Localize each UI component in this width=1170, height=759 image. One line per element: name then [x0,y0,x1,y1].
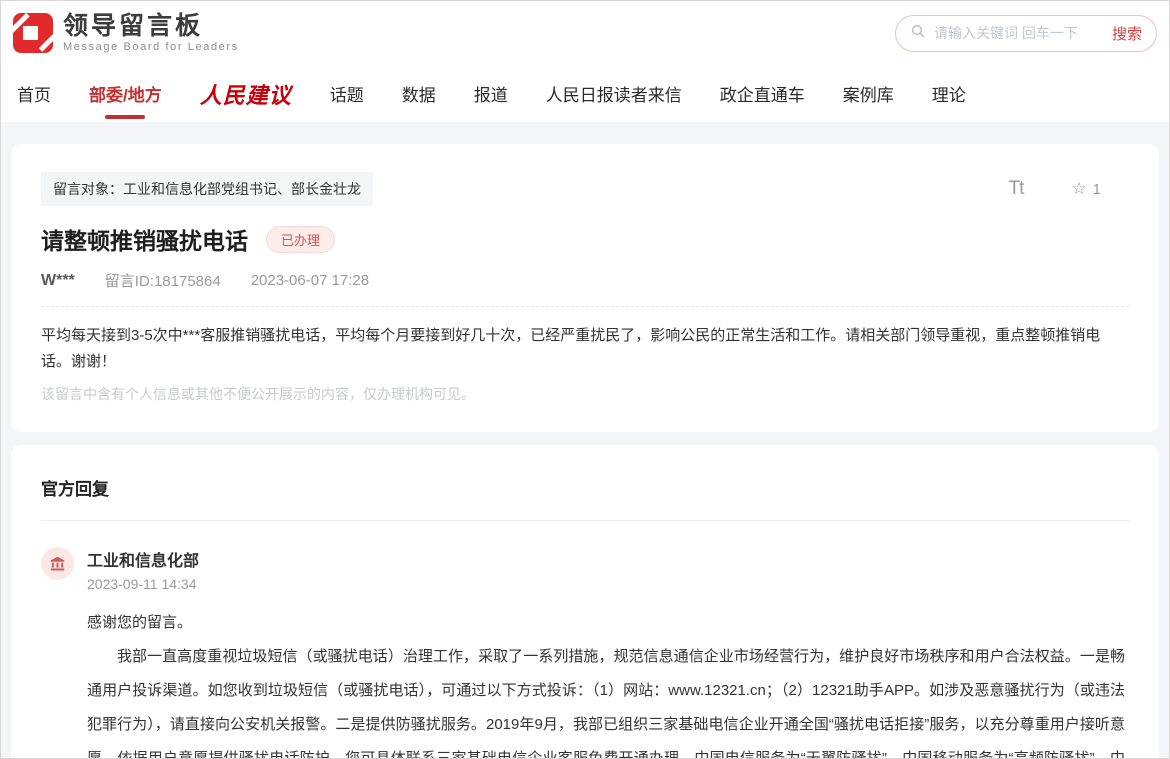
search-icon [910,23,926,44]
reply-divider [41,520,1129,521]
message-body: 平均每天接到3-5次中***客服推销骚扰电话，平均每个月要接到好几十次，已经严重… [41,327,1101,370]
message-card: 留言对象：工业和信息化部党组书记、部长金壮龙 Tt ☆ 1 请整顿推销骚扰电话 … [11,144,1159,432]
message-datetime: 2023-06-07 17:28 [250,272,370,289]
main-content: 留言对象：工业和信息化部党组书记、部长金壮龙 Tt ☆ 1 请整顿推销骚扰电话 … [1,122,1169,758]
site-header: 领导留言板 Message Board for Leaders 搜索 [1,1,1169,65]
message-card-toolbar: 留言对象：工业和信息化部党组书记、部长金壮龙 Tt ☆ 1 [41,172,1129,206]
nav-item-home[interactable]: 首页 [17,81,51,106]
message-title: 请整顿推销骚扰电话 [41,228,248,254]
logo-title: 领导留言板 [63,11,204,40]
reply-paragraph: 我部一直高度重视垃圾短信（或骚扰电话）治理工作，采取了一系列措施，规范信息通信企… [87,648,1125,758]
nav-item-ministries-regions[interactable]: 部委/地方 [89,81,162,106]
reply-section-title: 官方回复 [41,480,109,499]
nav-item-reports[interactable]: 报道 [474,81,508,106]
government-building-icon [50,556,65,571]
logo-subtitle: Message Board for Leaders [63,41,239,54]
reply-org-info: 工业和信息化部 2023-09-11 14:34 [87,547,199,592]
nav-item-data[interactable]: 数据 [402,81,436,106]
favorite-button[interactable]: ☆ 1 [1071,179,1101,199]
favorite-count: 1 [1092,180,1101,198]
message-title-row: 请整顿推销骚扰电话 已办理 [41,222,1129,256]
main-nav: 首页 部委/地方 人民建议 话题 数据 报道 人民日报读者来信 政企直通车 案例… [1,65,1169,122]
message-tools: Tt ☆ 1 [1009,178,1101,200]
message-target-tag: 留言对象：工业和信息化部党组书记、部长金壮龙 [41,172,373,206]
nav-item-theory[interactable]: 理论 [932,81,966,106]
search-input[interactable] [934,25,1112,41]
org-avatar [41,547,74,580]
nav-item-gov-enterprise-line[interactable]: 政企直通车 [720,81,805,106]
search-button[interactable]: 搜索 [1112,23,1142,44]
font-size-icon[interactable]: Tt [1009,178,1025,200]
nav-item-case-library[interactable]: 案例库 [843,81,894,106]
reply-paragraph: 感谢您的留言。 [87,614,193,631]
privacy-note: 该留言中含有个人信息或其他不便公开展示的内容，仅办理机构可见。 [41,386,475,402]
org-name: 工业和信息化部 [87,553,200,570]
reply-org-row: 工业和信息化部 2023-09-11 14:34 [41,547,1129,592]
logo-icon [6,12,60,53]
site-logo[interactable]: 领导留言板 Message Board for Leaders [6,11,239,54]
reply-card: 官方回复 工业和信息化部 2023-09-11 14:34 感谢您的留言。 我部… [11,445,1159,758]
nav-item-readers-letters[interactable]: 人民日报读者来信 [546,81,682,106]
star-icon: ☆ [1071,179,1087,198]
logo-text: 领导留言板 Message Board for Leaders [63,11,239,54]
author-name: W*** [41,271,75,289]
page: 领导留言板 Message Board for Leaders 搜索 首页 部委… [0,0,1170,759]
message-id: 留言ID:18175864 [104,273,221,290]
search-box: 搜索 [895,14,1157,52]
nav-item-peoples-suggestions[interactable]: 人民建议 [200,78,292,110]
nav-item-topics[interactable]: 话题 [330,81,364,106]
dashed-divider [41,306,1129,307]
message-meta: W*** 留言ID:18175864 2023-06-07 17:28 [41,270,1129,291]
reply-body: 感谢您的留言。 我部一直高度重视垃圾短信（或骚扰电话）治理工作，采取了一系列措施… [87,606,1129,758]
status-badge: 已办理 [266,225,336,253]
reply-datetime: 2023-09-11 14:34 [87,576,197,592]
